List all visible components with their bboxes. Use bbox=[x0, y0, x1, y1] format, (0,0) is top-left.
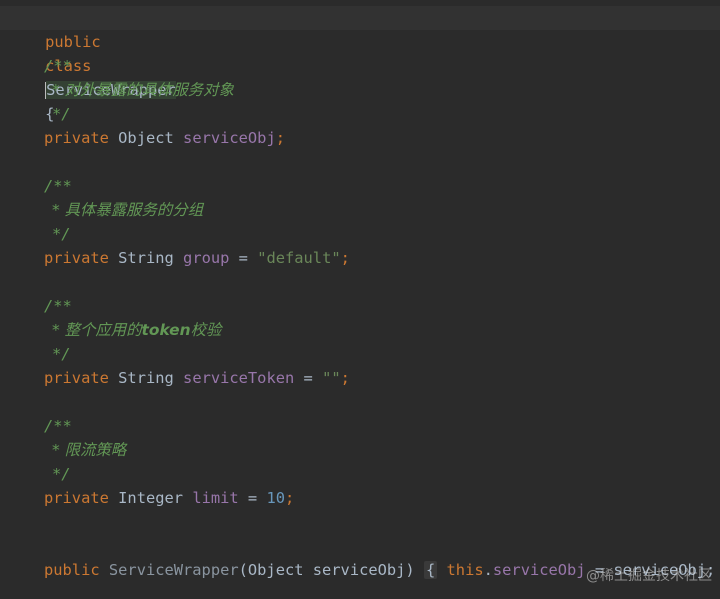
doc-comment-text: * 整个应用的token校验 bbox=[52, 318, 221, 342]
doc-comment-close: */ bbox=[52, 345, 71, 363]
modifier-private: private bbox=[44, 369, 109, 387]
field-name[interactable]: group bbox=[183, 249, 229, 267]
field-group-line[interactable]: private String group = "default"; bbox=[44, 246, 350, 270]
doc-comment-text: * 具体暴露服务的分组 bbox=[52, 201, 204, 219]
field-type: Object bbox=[118, 129, 174, 147]
modifier-public: public bbox=[44, 561, 100, 579]
field-type: String bbox=[118, 249, 174, 267]
modifier-private: private bbox=[44, 249, 109, 267]
string-literal: "default" bbox=[257, 249, 341, 267]
field-name[interactable]: serviceToken bbox=[183, 369, 294, 387]
constructor-name[interactable]: ServiceWrapper bbox=[109, 561, 239, 579]
doc-comment-text: * 限流策略 bbox=[52, 441, 127, 459]
number-literal: 10 bbox=[266, 489, 286, 507]
doc-comment-close: */ bbox=[52, 465, 71, 483]
doc-comment-close: */ bbox=[52, 225, 71, 243]
fold-open-brace[interactable]: { bbox=[423, 561, 438, 579]
string-literal: "" bbox=[322, 369, 341, 387]
doc-comment-text: * 对外暴露的具体服务对象 bbox=[52, 81, 234, 99]
field-name[interactable]: serviceObj bbox=[183, 129, 276, 147]
field-name[interactable]: limit bbox=[192, 489, 238, 507]
assign-operator: = bbox=[229, 249, 258, 267]
modifier-private: private bbox=[44, 129, 109, 147]
doc-comment-open: /** bbox=[44, 417, 72, 435]
field-service-obj-line[interactable]: private Object serviceObj; bbox=[44, 126, 285, 150]
assign-operator: = bbox=[238, 489, 267, 507]
doc-comment-open: /** bbox=[44, 297, 72, 315]
field-type: String bbox=[118, 369, 174, 387]
semicolon: ; bbox=[340, 249, 350, 267]
watermark: @稀土掘金技术社区 bbox=[586, 568, 712, 584]
keyword-public: public bbox=[45, 33, 101, 51]
code-editor[interactable]: public class ServiceWrapper { /** * 对外暴露… bbox=[0, 0, 720, 599]
doc-comment-open: /** bbox=[44, 57, 72, 75]
field-type: Integer bbox=[118, 489, 184, 507]
semicolon: ; bbox=[275, 129, 285, 147]
field-service-token-line[interactable]: private String serviceToken = ""; bbox=[44, 366, 350, 390]
modifier-private: private bbox=[44, 489, 109, 507]
semicolon: ; bbox=[340, 369, 350, 387]
doc-comment-open: /** bbox=[44, 177, 72, 195]
class-declaration-line[interactable]: public class ServiceWrapper { bbox=[8, 6, 176, 123]
field-reference: serviceObj bbox=[492, 561, 586, 579]
doc-text-bold: token bbox=[141, 321, 191, 339]
field-limit-line[interactable]: private Integer limit = 10; bbox=[44, 486, 294, 510]
constructor-params: (Object serviceObj) bbox=[238, 561, 415, 579]
doc-text-prefix: * 整个应用的 bbox=[52, 321, 142, 339]
semicolon: ; bbox=[285, 489, 295, 507]
assign-operator: = bbox=[294, 369, 323, 387]
keyword-this: this bbox=[446, 561, 484, 579]
dot: . bbox=[483, 561, 493, 579]
doc-text-suffix: 校验 bbox=[190, 321, 222, 339]
doc-comment-close: */ bbox=[52, 105, 71, 123]
